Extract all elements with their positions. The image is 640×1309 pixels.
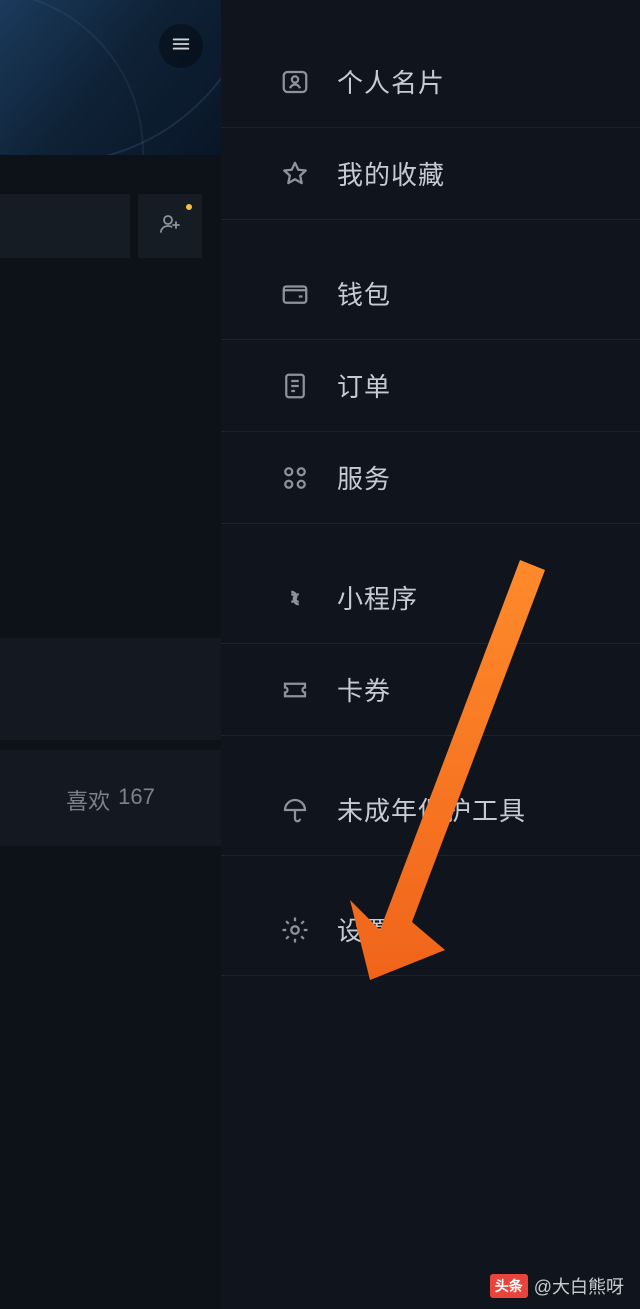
menu-label: 未成年保护工具 <box>337 791 526 828</box>
menu-wallet[interactable]: 钱包 <box>221 248 640 340</box>
umbrella-icon <box>279 794 311 826</box>
watermark-author: @大白熊呀 <box>534 1273 624 1299</box>
watermark-badge: 头条 <box>490 1274 528 1298</box>
menu-label: 卡券 <box>337 671 391 708</box>
menu-label: 设置 <box>337 911 391 948</box>
menu-spacer <box>221 524 640 552</box>
menu-label: 服务 <box>337 459 391 496</box>
menu-label: 我的收藏 <box>337 155 445 192</box>
menu-label: 小程序 <box>337 579 418 616</box>
link-icon <box>279 582 311 614</box>
menu-spacer <box>221 856 640 884</box>
menu-label: 订单 <box>337 367 391 404</box>
menu-minor-protection[interactable]: 未成年保护工具 <box>221 764 640 856</box>
menu-services[interactable]: 服务 <box>221 432 640 524</box>
ticket-icon <box>279 674 311 706</box>
add-friend-icon <box>158 212 182 241</box>
likes-count: 167 <box>118 784 155 816</box>
wallet-icon <box>279 278 311 310</box>
likes-block: 喜欢 167 <box>0 750 221 846</box>
add-friend-button[interactable] <box>138 194 202 258</box>
likes-label: 喜欢 <box>66 784 110 816</box>
menu-coupons[interactable]: 卡券 <box>221 644 640 736</box>
menu-business-card[interactable]: 个人名片 <box>221 36 640 128</box>
star-icon <box>279 158 311 190</box>
grid-icon <box>279 462 311 494</box>
watermark: 头条 @大白熊呀 <box>490 1273 624 1299</box>
menu-toggle-button[interactable] <box>159 24 203 68</box>
menu-mini-program[interactable]: 小程序 <box>221 552 640 644</box>
side-drawer: 个人名片 我的收藏 钱包 订单 服务 小程序 卡 <box>221 0 640 1309</box>
profile-banner <box>0 0 221 155</box>
menu-spacer <box>221 736 640 764</box>
menu-label: 钱包 <box>337 275 391 312</box>
menu-orders[interactable]: 订单 <box>221 340 640 432</box>
document-icon <box>279 370 311 402</box>
menu-spacer <box>221 220 640 248</box>
menu-label: 个人名片 <box>337 63 445 100</box>
menu-settings[interactable]: 设置 <box>221 884 640 976</box>
stats-bar <box>0 194 130 258</box>
hamburger-icon <box>170 33 192 60</box>
content-block <box>0 638 221 740</box>
menu-favorites[interactable]: 我的收藏 <box>221 128 640 220</box>
gear-icon <box>279 914 311 946</box>
background-dim-area[interactable]: 喜欢 167 <box>0 0 221 1309</box>
id-card-icon <box>279 66 311 98</box>
